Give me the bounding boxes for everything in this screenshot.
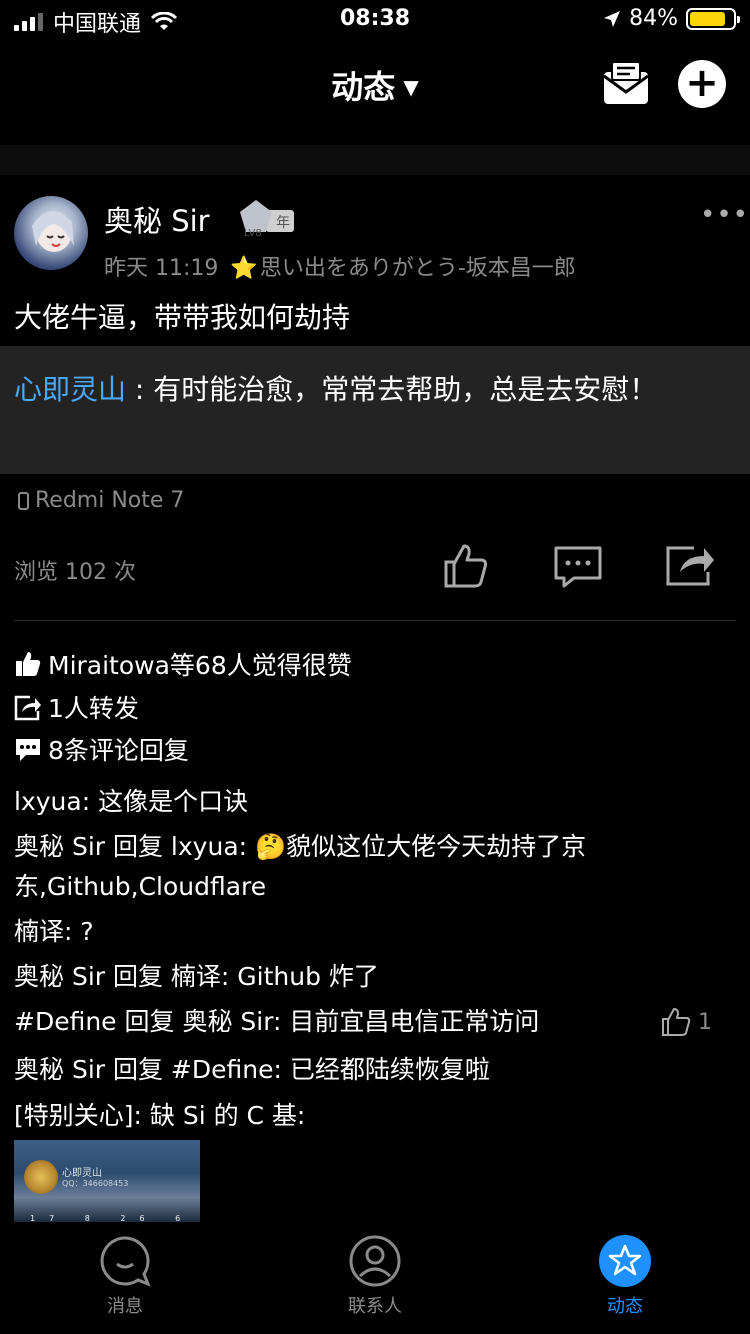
comment-icon xyxy=(16,739,40,761)
location-arrow-icon xyxy=(604,10,621,27)
like-button-icon[interactable] xyxy=(440,540,492,592)
comments-summary[interactable]: 8条评论回复 xyxy=(14,731,189,767)
repost-author-link[interactable]: 心即灵山 xyxy=(14,373,126,406)
comment-button-icon[interactable] xyxy=(552,540,604,592)
shares-text: 1人转发 xyxy=(48,694,139,723)
comment-item[interactable]: 奥秘 Sir 回复 楠译: Github 炸了 xyxy=(14,957,714,997)
comment-like-count: 1 xyxy=(698,1009,712,1035)
svg-text:LV8: LV8 xyxy=(244,228,262,239)
star-icon: ⭐ xyxy=(230,256,258,281)
phone-icon xyxy=(18,491,29,510)
more-options-button[interactable]: ••• xyxy=(700,200,749,230)
qzone-feed-screen: 中国联通 08:38 84% 动态 ▼ + 奥秘 Sir LV8 年 昨天 11… xyxy=(0,0,750,1334)
svg-text:年: 年 xyxy=(276,215,290,231)
thumbnail-name: 心即灵山 xyxy=(62,1168,102,1179)
add-post-button[interactable]: + xyxy=(678,60,726,108)
post-content: 大佬牛逼，带带我如何劫持 xyxy=(14,301,351,334)
battery-percent: 84% xyxy=(629,6,678,31)
post-meta: 昨天 11:19 ⭐思い出をありがとう-坂本昌一郎 xyxy=(104,250,576,282)
repost-body: 有时能治愈，常常去帮助，总是去安慰！ xyxy=(153,373,658,406)
avatar-illustration xyxy=(32,210,74,252)
status-right: 84% xyxy=(603,6,740,31)
repost-box[interactable]: 心即灵山 : 有时能治愈，常常去帮助，总是去安慰！ xyxy=(0,346,750,474)
thumbnail-avatar xyxy=(24,1160,58,1194)
messages-icon xyxy=(100,1236,151,1287)
section-separator xyxy=(14,620,736,621)
tab-contacts[interactable]: 联系人 xyxy=(315,1234,435,1318)
tab-contacts-label: 联系人 xyxy=(348,1296,402,1317)
thumbs-up-outline-icon xyxy=(662,1008,691,1036)
repost-text: 心即灵山 : 有时能治愈，常常去帮助，总是去安慰！ xyxy=(14,366,714,414)
tab-feed[interactable]: 动态 xyxy=(565,1234,685,1318)
thumbnail-stats: 17 8 26 6 13132 xyxy=(30,1214,200,1222)
dropdown-caret-icon: ▼ xyxy=(403,75,419,99)
comment-item[interactable]: #Define 回复 奥秘 Sir: 目前宜昌电信正常访问 xyxy=(14,1002,644,1042)
contacts-icon xyxy=(349,1235,401,1287)
notifications-mail-icon[interactable] xyxy=(600,58,652,110)
likes-text: Miraitowa等68人觉得很赞 xyxy=(48,651,352,680)
device-name: Redmi Note 7 xyxy=(35,488,185,513)
nav-title-label: 动态 xyxy=(331,68,396,106)
view-count: 浏览 102 次 xyxy=(14,560,136,585)
comments-text: 8条评论回复 xyxy=(48,736,189,765)
comment-image-thumbnail[interactable]: 心即灵山 QQ：346608453 17 8 26 6 13132 xyxy=(14,1140,200,1222)
comment-item[interactable]: [特别关心]: 缺 Si 的 C 基: xyxy=(14,1096,714,1136)
comment-item[interactable]: 楠译: ? xyxy=(14,912,714,952)
share-button-icon[interactable] xyxy=(664,540,716,592)
comment-item[interactable]: 奥秘 Sir 回复 lxyua: 🤔貌似这位大佬今天劫持了京东,Github,C… xyxy=(14,827,714,907)
status-bar: 中国联通 08:38 84% xyxy=(0,0,750,40)
feed-star-icon xyxy=(599,1235,651,1287)
level-badge-icon: LV8 年 xyxy=(240,200,294,239)
tab-messages-label: 消息 xyxy=(107,1296,143,1317)
repost-separator: : xyxy=(126,373,154,406)
user-signature: 思い出をありがとう-坂本昌一郎 xyxy=(259,256,576,281)
section-divider xyxy=(0,145,750,175)
comment-item[interactable]: 奥秘 Sir 回复 #Define: 已经都陆续恢复啦 xyxy=(14,1050,714,1090)
shares-summary[interactable]: 1人转发 xyxy=(14,689,139,725)
nav-bar: 动态 ▼ + xyxy=(0,40,750,128)
comment-like-button[interactable]: 1 xyxy=(660,1006,712,1038)
bottom-tab-bar: 消息 联系人 动态 xyxy=(0,1224,750,1334)
tab-messages[interactable]: 消息 xyxy=(65,1234,185,1318)
thumbs-up-icon xyxy=(16,652,41,676)
battery-fill xyxy=(690,11,726,26)
user-avatar[interactable] xyxy=(14,196,88,270)
battery-icon xyxy=(686,7,740,30)
post-username[interactable]: 奥秘 Sir xyxy=(104,198,210,240)
tab-feed-label: 动态 xyxy=(607,1296,643,1317)
device-line: Redmi Note 7 xyxy=(18,488,184,513)
share-icon xyxy=(14,695,41,721)
thumbnail-qq: QQ：346608453 xyxy=(62,1179,129,1188)
likes-summary[interactable]: Miraitowa等68人觉得很赞 xyxy=(14,646,352,682)
post-time: 昨天 11:19 xyxy=(104,256,219,281)
comment-item[interactable]: lxyua: 这像是个口诀 xyxy=(14,782,714,822)
